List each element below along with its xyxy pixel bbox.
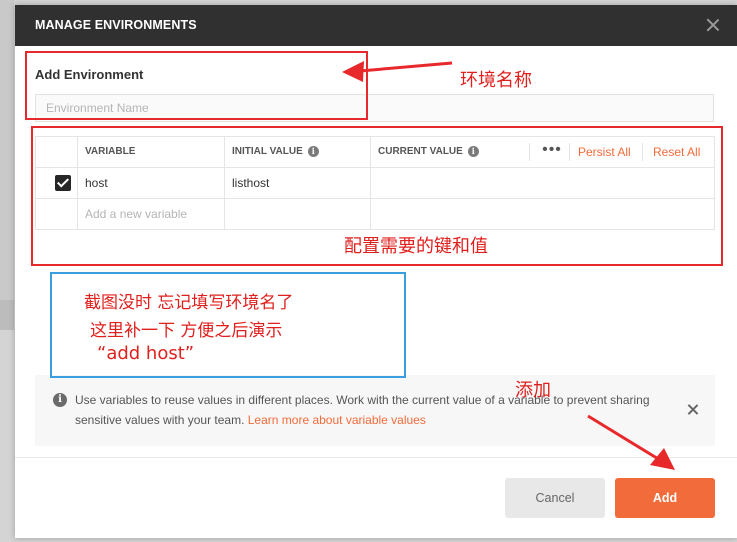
- annotation-kv: 配置需要的键和值: [344, 236, 488, 257]
- cancel-button[interactable]: Cancel: [505, 478, 605, 518]
- info-text: Use variables to reuse values in differe…: [75, 390, 665, 430]
- background-panel: [0, 300, 14, 330]
- annotation-add: 添加: [515, 380, 551, 401]
- close-icon[interactable]: [703, 15, 723, 35]
- add-button[interactable]: Add: [615, 478, 715, 518]
- annotation-env-name: 环境名称: [460, 70, 532, 91]
- close-icon[interactable]: [686, 403, 700, 417]
- modal-header: MANAGE ENVIRONMENTS: [15, 5, 737, 46]
- annotation-box-env-name: [25, 51, 368, 120]
- background-panel: [0, 0, 14, 300]
- footer-divider: [15, 457, 737, 458]
- learn-more-link[interactable]: Learn more about variable values: [248, 413, 426, 427]
- annotation-note-line1: 截图没时 忘记填写环境名了: [84, 293, 294, 313]
- info-icon: i: [53, 393, 67, 407]
- info-banner: i Use variables to reuse values in diffe…: [35, 375, 715, 446]
- annotation-note-line2: 这里补一下 方便之后演示: [90, 321, 283, 341]
- annotation-note-line3: “add host”: [97, 343, 195, 364]
- modal-title: MANAGE ENVIRONMENTS: [35, 18, 197, 32]
